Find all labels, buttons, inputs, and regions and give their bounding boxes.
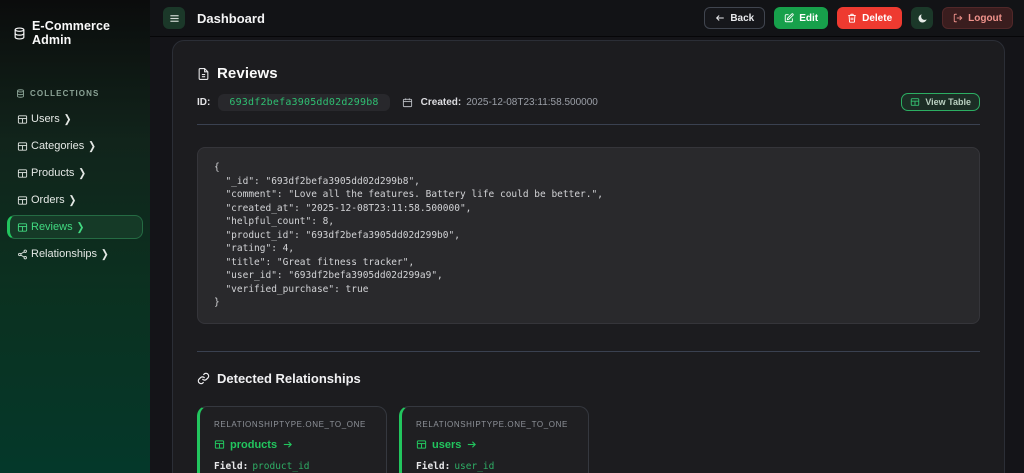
relationship-cards: RELATIONSHIPTYPE.ONE_TO_ONE products Fie… [197, 405, 980, 473]
sidebar-item-relationships[interactable]: Relationships ❯ [7, 242, 143, 266]
table-icon [910, 97, 920, 107]
sidebar-item-categories[interactable]: Categories ❯ [7, 134, 143, 158]
relationship-target-label: users [432, 438, 462, 451]
relationship-card-products[interactable]: RELATIONSHIPTYPE.ONE_TO_ONE products Fie… [197, 405, 387, 473]
main-content: Reviews ID: 693df2befa3905dd02d299b8 Cre… [150, 37, 1024, 473]
sidebar: E-Commerce Admin COLLECTIONS Users ❯ Cat… [0, 0, 150, 473]
document-id-badge: 693df2befa3905dd02d299b8 [218, 93, 390, 111]
chevron-right-icon: ❯ [88, 139, 96, 152]
sidebar-item-label: Users [31, 113, 60, 125]
logout-button[interactable]: Logout [942, 7, 1013, 29]
relationship-type: RELATIONSHIPTYPE.ONE_TO_ONE [416, 419, 568, 429]
sidebar-item-label: Orders [31, 194, 65, 206]
arrow-right-icon [466, 439, 477, 450]
logout-icon [953, 13, 963, 23]
divider [197, 124, 980, 125]
field-label: Field: [214, 460, 249, 472]
trash-icon [847, 13, 857, 23]
table-icon [17, 141, 28, 152]
document-json-viewer[interactable]: { "_id": "693df2befa3905dd02d299b8", "co… [197, 147, 980, 324]
relationship-field-row: Field: product_id [214, 461, 372, 472]
relationship-field-row: Field: user_id [416, 461, 574, 472]
relationship-target-link[interactable]: users [416, 439, 574, 451]
topbar: Dashboard Back Edit Delete Logout [150, 0, 1024, 37]
field-value: user_id [454, 460, 495, 472]
id-label: ID: [197, 96, 211, 108]
theme-toggle-button[interactable] [911, 7, 934, 29]
sidebar-item-label: Relationships [31, 248, 98, 260]
document-meta-row: ID: 693df2befa3905dd02d299b8 Created: 20… [197, 93, 980, 111]
relationships-heading: Detected Relationships [217, 370, 361, 386]
chevron-right-icon: ❯ [68, 193, 77, 206]
sidebar-item-orders[interactable]: Orders ❯ [7, 188, 143, 212]
collections-section-label: COLLECTIONS [30, 89, 100, 98]
edit-button[interactable]: Edit [774, 7, 829, 29]
back-button[interactable]: Back [704, 7, 766, 29]
database-icon [16, 89, 25, 98]
menu-icon [169, 13, 180, 24]
chevron-right-icon: ❯ [101, 247, 109, 260]
page-title: Dashboard [197, 10, 265, 26]
table-icon [214, 439, 225, 450]
relationship-card-users[interactable]: RELATIONSHIPTYPE.ONE_TO_ONE users Field:… [399, 405, 589, 473]
table-icon [17, 195, 28, 206]
document-title-row: Reviews [197, 65, 980, 82]
chevron-right-icon: ❯ [78, 166, 86, 179]
link-icon [197, 372, 210, 385]
sidebar-item-users[interactable]: Users ❯ [7, 107, 143, 131]
divider [197, 350, 980, 352]
sidebar-item-reviews[interactable]: Reviews ❯ [7, 215, 143, 239]
created-value: 2025-12-08T23:11:58.500000 [466, 96, 598, 108]
arrow-left-icon [715, 13, 725, 23]
relationship-target-label: products [230, 438, 278, 451]
share-nodes-icon [17, 249, 28, 260]
sidebar-item-label: Categories [31, 140, 85, 152]
relationship-target-link[interactable]: products [214, 439, 372, 451]
view-table-button[interactable]: View Table [901, 93, 980, 111]
collections-section-header: COLLECTIONS [0, 81, 150, 104]
table-icon [17, 222, 28, 233]
app-title: E-Commerce Admin [32, 19, 111, 47]
database-icon [13, 26, 26, 40]
table-icon [17, 168, 28, 179]
edit-pencil-icon [784, 13, 794, 23]
field-label: Field: [416, 460, 451, 472]
document-icon [197, 67, 210, 81]
edit-button-label: Edit [799, 12, 819, 24]
menu-button[interactable] [163, 7, 185, 29]
document-panel: Reviews ID: 693df2befa3905dd02d299b8 Cre… [172, 40, 1005, 473]
sidebar-item-products[interactable]: Products ❯ [7, 161, 143, 185]
field-value: product_id [252, 460, 310, 472]
sidebar-item-label: Products [31, 167, 75, 179]
back-button-label: Back [730, 12, 755, 24]
app-logo: E-Commerce Admin [0, 0, 150, 57]
chevron-right-icon: ❯ [76, 220, 85, 233]
sidebar-item-label: Reviews [31, 221, 73, 233]
chevron-right-icon: ❯ [63, 112, 72, 125]
relationship-type: RELATIONSHIPTYPE.ONE_TO_ONE [214, 419, 366, 429]
arrow-right-icon [282, 439, 293, 450]
logout-button-label: Logout [968, 12, 1002, 24]
collection-title: Reviews [217, 65, 278, 82]
relationships-heading-row: Detected Relationships [197, 371, 980, 386]
sidebar-nav: Users ❯ Categories ❯ Products ❯ Orders ❯… [0, 104, 150, 269]
delete-button-label: Delete [862, 12, 893, 24]
table-icon [17, 114, 28, 125]
delete-button[interactable]: Delete [837, 7, 903, 29]
created-label: Created: [420, 96, 462, 108]
moon-icon [917, 13, 928, 24]
calendar-icon [402, 97, 413, 108]
view-table-label: View Table [925, 97, 971, 107]
table-icon [416, 439, 427, 450]
